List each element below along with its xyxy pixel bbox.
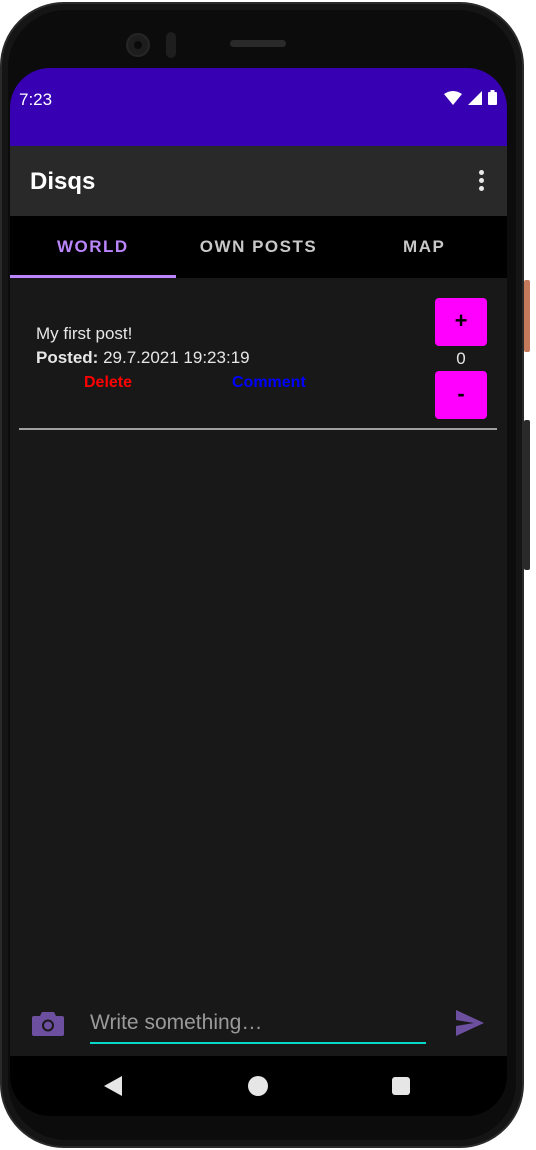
vote-count: 0 — [456, 349, 466, 368]
app-title: Disqs — [30, 168, 96, 195]
posted-label: Posted: — [36, 348, 99, 367]
compose-input[interactable] — [90, 1004, 426, 1044]
battery-icon — [488, 90, 497, 105]
tab-map[interactable]: MAP — [341, 216, 507, 278]
volume-button — [524, 420, 530, 570]
home-icon[interactable] — [248, 1076, 268, 1096]
front-camera — [126, 33, 150, 57]
tab-bar: WORLD OWN POSTS MAP — [10, 216, 507, 278]
tab-own-posts[interactable]: OWN POSTS — [176, 216, 342, 278]
power-button — [524, 280, 530, 352]
app-bar: Disqs — [10, 146, 507, 216]
recents-icon[interactable] — [392, 1077, 410, 1095]
post-text: My first post! — [36, 324, 133, 343]
post-timestamp: Posted: 29.7.2021 19:23:19 — [36, 348, 250, 368]
more-vert-icon[interactable] — [479, 170, 485, 192]
status-bar: 7:23 — [10, 68, 507, 146]
comment-button[interactable]: Comment — [232, 374, 306, 392]
signal-icon — [468, 90, 482, 105]
sensor — [166, 32, 176, 58]
upvote-button[interactable]: + — [435, 298, 487, 346]
post-item: My first post! Posted: 29.7.2021 19:23:1… — [10, 278, 507, 430]
app-screen: 7:23 Disqs WORLD OWN POSTS MAP My first … — [10, 68, 507, 1116]
status-time: 7:23 — [19, 90, 53, 109]
wifi-icon — [444, 90, 462, 105]
send-icon[interactable] — [456, 1010, 484, 1036]
delete-button[interactable]: Delete — [84, 374, 132, 392]
status-icons — [444, 90, 497, 105]
post-divider — [19, 428, 497, 430]
tab-world[interactable]: WORLD — [10, 216, 176, 278]
compose-bar — [10, 996, 507, 1056]
downvote-button[interactable]: - — [435, 371, 487, 419]
earpiece-speaker — [230, 40, 286, 47]
system-nav-bar — [10, 1056, 507, 1116]
camera-icon[interactable] — [32, 1010, 64, 1036]
back-icon[interactable] — [104, 1076, 124, 1096]
posted-value: 29.7.2021 19:23:19 — [103, 348, 250, 367]
